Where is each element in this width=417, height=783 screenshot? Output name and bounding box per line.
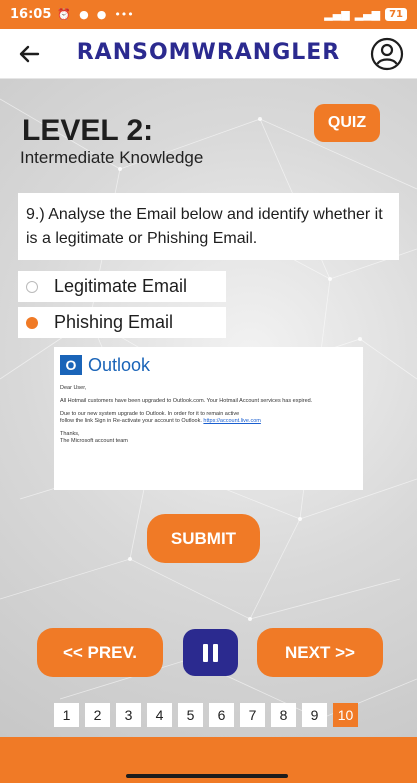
page-button-9[interactable]: 9 — [302, 703, 327, 727]
page-selector: 1 2 3 4 5 6 7 8 9 10 — [54, 703, 358, 727]
page-button-6[interactable]: 6 — [209, 703, 234, 727]
profile-icon[interactable] — [369, 36, 405, 72]
option-label: Phishing Email — [54, 312, 174, 332]
alarm-icon: ⏰ — [57, 8, 72, 21]
signal-icon: ▂▄▆ — [324, 8, 350, 21]
page-button-8[interactable]: 8 — [271, 703, 296, 727]
app-title: RANSOMWRANGLER — [76, 40, 341, 65]
page-button-4[interactable]: 4 — [147, 703, 172, 727]
home-indicator[interactable] — [126, 774, 288, 778]
option-legitimate[interactable]: Legitimate Email — [18, 271, 226, 302]
outlook-icon: O — [60, 355, 82, 375]
email-greeting: Dear User, — [60, 385, 87, 391]
radio-button-phishing[interactable] — [26, 316, 38, 329]
quiz-button[interactable]: QUIZ — [314, 104, 380, 142]
email-image: O Outlook Dear User, All Hotmail custome… — [54, 347, 363, 490]
outlook-brand: Outlook — [88, 354, 151, 375]
option-phishing[interactable]: Phishing Email — [18, 307, 226, 338]
email-signoff-block: Thanks, The Microsoft account team — [60, 431, 357, 445]
question-text: 9.) Analyse the Email below and identify… — [18, 193, 399, 260]
prev-button[interactable]: << PREV. — [37, 628, 163, 677]
signal-icon-2: ▂▄▆ — [354, 8, 381, 21]
page-button-3[interactable]: 3 — [116, 703, 141, 727]
email-signoff: Thanks, — [60, 431, 80, 437]
option-label: Legitimate Email — [54, 276, 188, 296]
app-bar: RANSOMWRANGLER — [0, 29, 417, 79]
pause-icon-bar — [203, 643, 208, 662]
page-button-7[interactable]: 7 — [240, 703, 265, 727]
notification-icon: ● — [79, 8, 89, 21]
email-body: Due to our new system upgrade to Outlook… — [60, 411, 357, 425]
status-icons: ⏰ ● ● ••• — [57, 8, 133, 21]
more-icon: ••• — [114, 8, 134, 21]
email-line: follow the link Sign in Re-activate your… — [60, 418, 202, 424]
email-link: https://account.live.com — [203, 418, 261, 424]
radio-button-legitimate[interactable] — [26, 280, 38, 293]
app-notification-icon: ● — [96, 8, 107, 21]
pause-icon-bar — [213, 643, 218, 662]
email-line: Due to our new system upgrade to Outlook… — [60, 411, 240, 417]
status-time: 16:05 — [10, 7, 52, 22]
status-right: ▂▄▆ ▂▄▆ 71 — [324, 8, 407, 21]
level-title: LEVEL 2: — [22, 114, 154, 147]
battery-icon: 71 — [385, 8, 407, 21]
email-line: All Hotmail customers have been upgraded… — [60, 398, 313, 404]
level-subtitle: Intermediate Knowledge — [20, 148, 204, 167]
page-button-1[interactable]: 1 — [54, 703, 79, 727]
outlook-logo: O Outlook — [60, 351, 357, 379]
page-button-10[interactable]: 10 — [333, 703, 358, 727]
submit-button[interactable]: SUBMIT — [147, 514, 260, 563]
page-button-2[interactable]: 2 — [85, 703, 110, 727]
email-signature: The Microsoft account team — [60, 438, 128, 444]
status-bar: 16:05 ⏰ ● ● ••• ▂▄▆ ▂▄▆ 71 — [0, 0, 417, 29]
pause-button[interactable] — [183, 629, 238, 676]
next-button[interactable]: NEXT >> — [257, 628, 383, 677]
page-button-5[interactable]: 5 — [178, 703, 203, 727]
